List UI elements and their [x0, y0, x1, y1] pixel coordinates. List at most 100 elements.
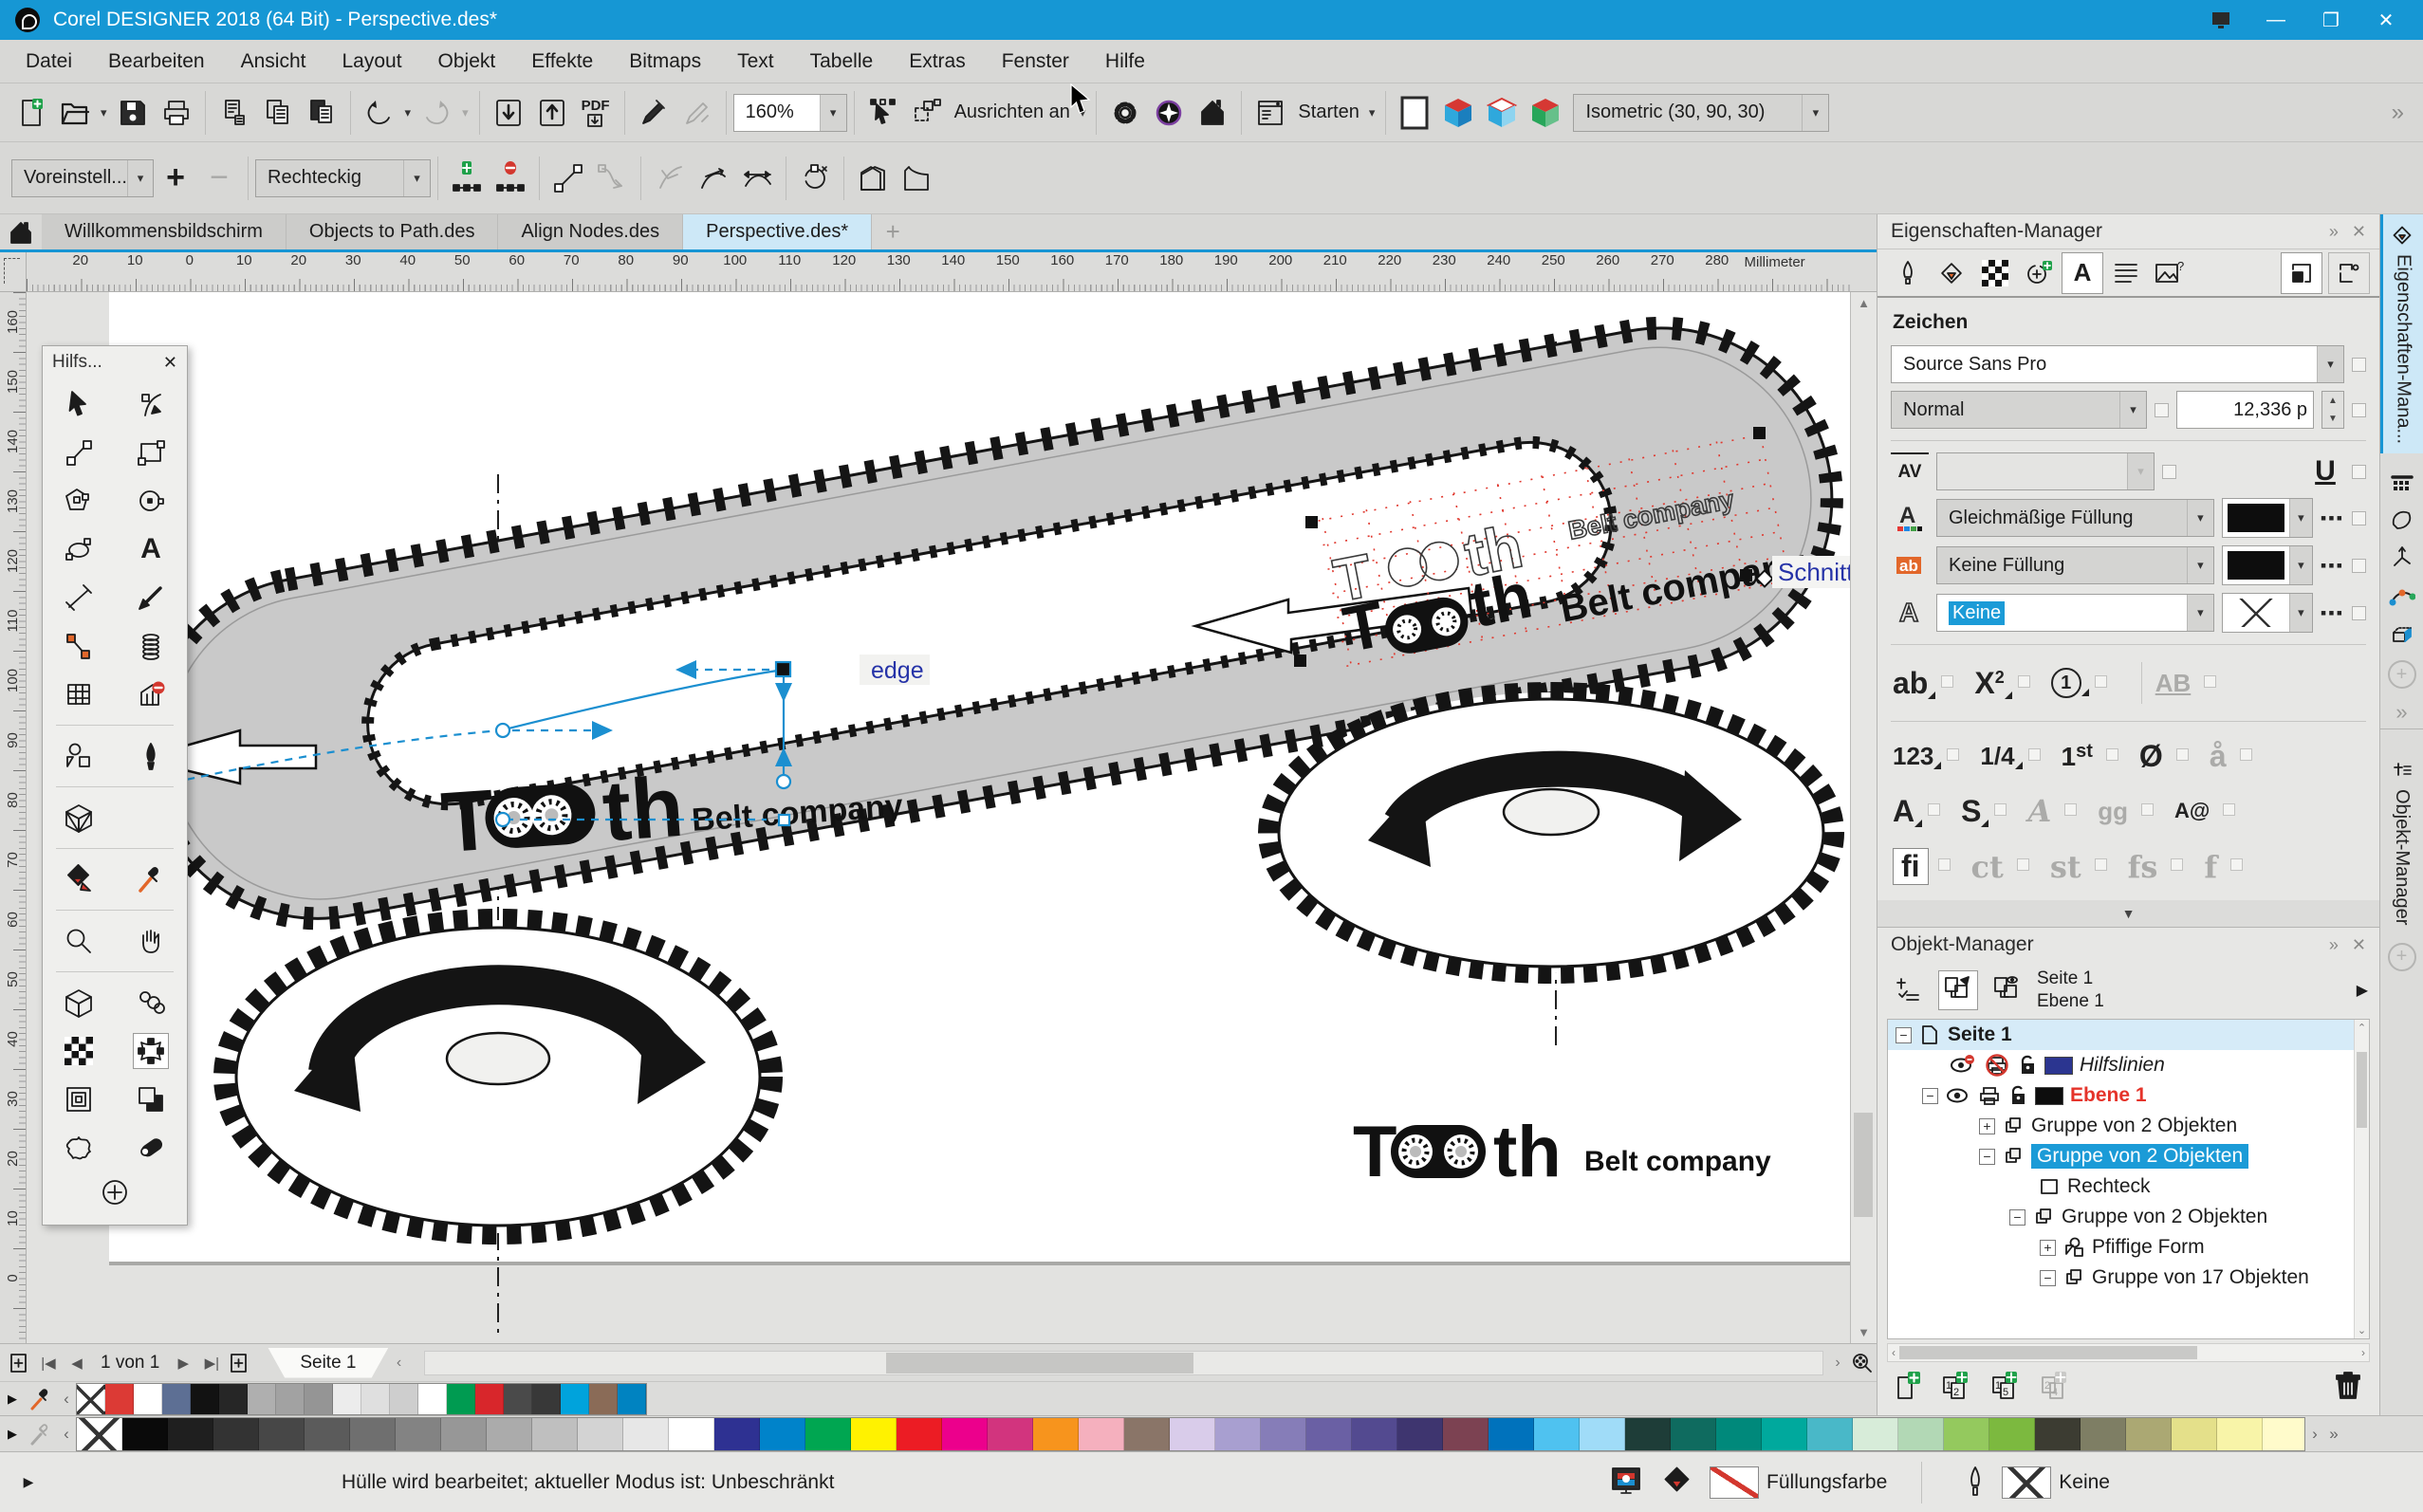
redo-dropdown[interactable]: ▾ [458, 105, 472, 120]
delete-button[interactable] [2332, 1370, 2364, 1409]
tab-align-nodes[interactable]: Align Nodes.des [498, 214, 683, 249]
menu-ansicht[interactable]: Ansicht [223, 40, 324, 83]
tree-horizontal-scrollbar[interactable]: ‹ › [1887, 1343, 2370, 1362]
fill-color-picker[interactable]: ▾ [2222, 498, 2313, 538]
spring-coil-tool[interactable] [133, 628, 169, 664]
caps-button[interactable]: A [1893, 794, 1918, 829]
first-page-button[interactable]: |◀ [34, 1349, 63, 1377]
new-master-layer-button[interactable]: 15 [1989, 1370, 2025, 1409]
snap-to-objects-button[interactable] [905, 89, 949, 137]
color-swatch[interactable] [333, 1384, 361, 1414]
color-swatch[interactable] [1534, 1418, 1580, 1450]
outline-width-combo[interactable]: Keine ▾ [1936, 594, 2214, 632]
gear-left[interactable] [225, 920, 771, 1233]
char-checkbox[interactable] [2230, 858, 2243, 871]
undo-button[interactable] [358, 89, 401, 137]
fill-checkbox[interactable] [2352, 511, 2366, 526]
dimension-category-icon[interactable] [2018, 252, 2060, 294]
canvas-horizontal-scrollbar[interactable] [424, 1351, 1823, 1375]
char-checkbox[interactable] [2095, 858, 2107, 871]
line-tool[interactable] [61, 434, 97, 470]
ligature-fi-button[interactable]: fi [1893, 848, 1929, 885]
contour-tool[interactable] [61, 1081, 97, 1117]
color-swatch[interactable] [162, 1384, 191, 1414]
connector-tool[interactable] [61, 628, 97, 664]
underline-button[interactable]: U [2306, 452, 2344, 490]
vscroll-thumb[interactable] [1854, 1113, 1873, 1217]
projection-combo[interactable]: Isometric (30, 90, 30) ▾ [1573, 94, 1829, 132]
options-button[interactable] [1103, 89, 1147, 137]
color-swatch[interactable] [1397, 1418, 1443, 1450]
zoom-level-combo[interactable]: 160% ▾ [733, 94, 847, 132]
add-preset-button[interactable]: + [154, 155, 197, 202]
char-checkbox[interactable] [2223, 803, 2235, 816]
docker-tab-objekt-manager[interactable]: Objekt-Manager [2380, 751, 2423, 934]
welcome-home-icon[interactable] [0, 214, 42, 249]
kerning-checkbox[interactable] [2162, 465, 2176, 479]
character-category-icon[interactable]: A [2062, 252, 2103, 294]
close-curve-button[interactable] [793, 155, 837, 202]
char-checkbox[interactable] [2106, 748, 2118, 761]
layer-printable-icon[interactable] [1984, 1054, 2010, 1077]
layer-lock-icon[interactable] [2017, 1054, 2038, 1077]
menu-datei[interactable]: Datei [8, 40, 90, 83]
layer-visibility-icon[interactable] [1945, 1084, 1970, 1107]
color-swatch[interactable] [851, 1418, 897, 1450]
color-swatch[interactable] [2172, 1418, 2217, 1450]
color-swatch[interactable] [1306, 1418, 1352, 1450]
color-swatch[interactable] [942, 1418, 988, 1450]
color-swatch[interactable] [897, 1418, 942, 1450]
previous-page-button[interactable]: ◀ [63, 1349, 91, 1377]
color-swatch[interactable] [1989, 1418, 2035, 1450]
char-checkbox[interactable] [2017, 858, 2029, 871]
distort-tool[interactable] [61, 1130, 97, 1166]
underline-options-button[interactable]: ab [1893, 666, 1932, 701]
color-swatch[interactable] [1580, 1418, 1625, 1450]
color-swatch[interactable] [1352, 1418, 1397, 1450]
session-icon[interactable] [2193, 0, 2248, 40]
fill-status-icon[interactable] [1660, 1464, 1694, 1502]
color-swatch[interactable] [219, 1384, 248, 1414]
color-swatch[interactable] [276, 1384, 305, 1414]
save-button[interactable] [111, 89, 155, 137]
convert-to-line-button[interactable] [546, 155, 590, 202]
fill-type-combo[interactable]: Gleichmäßige Füllung ▾ [1936, 499, 2214, 537]
tab-perspective[interactable]: Perspective.des* [683, 214, 872, 249]
underline-checkbox[interactable] [2352, 465, 2366, 479]
tree-vertical-scrollbar[interactable]: ⌃ ⌄ [2354, 1020, 2369, 1338]
docker-icon-curve-nodes[interactable] [2383, 577, 2421, 615]
undo-dropdown[interactable]: ▾ [401, 105, 416, 120]
pan-tool[interactable] [133, 923, 169, 959]
color-swatch[interactable] [168, 1418, 213, 1450]
tree-row-gruppe-2-selected[interactable]: − Gruppe von 2 Objekten [1888, 1141, 2369, 1171]
background-settings-button[interactable]: ▪▪▪ [2321, 556, 2344, 576]
reduce-nodes-button[interactable] [895, 155, 938, 202]
paste-button[interactable] [300, 89, 343, 137]
transparency-category-icon[interactable] [1974, 252, 2016, 294]
color-eyedropper-tool[interactable] [133, 861, 169, 897]
canvas-vertical-scrollbar[interactable]: ▲ ▼ [1850, 292, 1877, 1343]
redo-button[interactable] [415, 89, 458, 137]
color-swatch[interactable] [988, 1418, 1033, 1450]
polygon-tool[interactable] [61, 483, 97, 519]
docker-icon-extrude[interactable] [2383, 615, 2421, 653]
color-swatch[interactable] [305, 1418, 350, 1450]
char-checkbox[interactable] [2204, 675, 2216, 688]
color-swatch[interactable] [1261, 1418, 1306, 1450]
default-palette-flyout[interactable]: ▶ [0, 1427, 25, 1442]
tree-row-pfiffige-form[interactable]: + Pfiffige Form [1888, 1232, 2369, 1263]
new-page-button[interactable] [1893, 1370, 1927, 1409]
color-swatch[interactable] [578, 1418, 623, 1450]
selected-envelope-node[interactable] [776, 662, 790, 676]
layer-visibility-icon[interactable] [1949, 1054, 1977, 1077]
outline-color-indicator[interactable] [2002, 1466, 2051, 1499]
default-palette-expand[interactable]: » [2324, 1425, 2343, 1444]
smooth-node-button[interactable] [692, 155, 735, 202]
color-swatch[interactable] [475, 1384, 504, 1414]
color-swatch[interactable] [390, 1384, 418, 1414]
tree-row-hilfslinien[interactable]: Hilfslinien [1888, 1050, 2369, 1080]
background-fill-combo[interactable]: Keine Füllung ▾ [1936, 546, 2214, 584]
gear-right[interactable] [1268, 692, 1834, 973]
stylistic-set-button[interactable]: A@ [2174, 799, 2213, 823]
font-family-checkbox[interactable] [2352, 358, 2366, 372]
